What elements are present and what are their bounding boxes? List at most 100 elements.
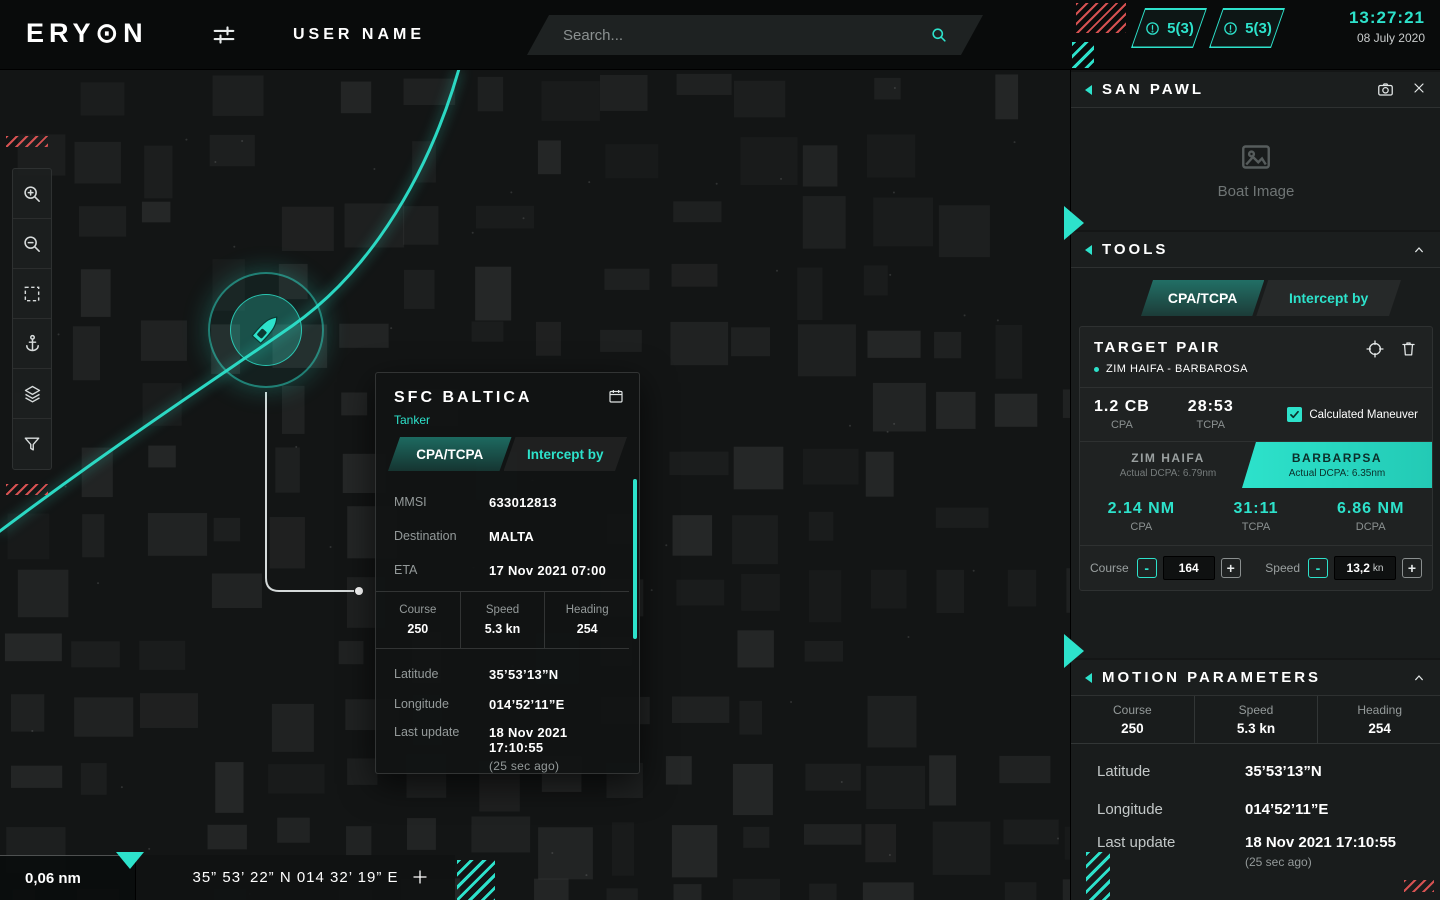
chevron-up-icon[interactable]	[1411, 670, 1427, 686]
filter-button[interactable]	[13, 419, 51, 469]
speed-label: Speed	[486, 604, 519, 616]
popup-fields: MMSI 633012813 Destination MALTA ETA 17 …	[394, 485, 613, 587]
anchor-tool-button[interactable]	[13, 319, 51, 369]
heading-cell: Heading 254	[544, 592, 629, 648]
destination-row: Destination MALTA	[394, 519, 613, 553]
last-update-row: Last update 18 Nov 2021 17:10:55 (25 sec…	[394, 719, 613, 767]
search-bar	[527, 15, 983, 55]
scale-pointer-icon	[116, 852, 144, 869]
zoom-out-button[interactable]	[13, 219, 51, 269]
search-input[interactable]	[563, 15, 923, 55]
date-display: 08 July 2020	[1349, 31, 1425, 45]
result-stats-row: 2.14 NM CPA 31:11 TCPA 6.86 NM DCPA	[1080, 488, 1432, 546]
motion-last-update-label: Last update	[1097, 834, 1245, 851]
alert-icon	[1144, 20, 1161, 37]
vessel-tab-zim-haifa[interactable]: ZIM HAIFA Actual DCPA: 6.79nm	[1080, 442, 1256, 488]
result-tcpa: 31:11 TCPA	[1199, 500, 1314, 533]
popup-motion-table: Course 250 Speed 5.3 kn Heading 254	[376, 591, 629, 649]
map-toolbar	[12, 168, 52, 470]
locate-target-icon[interactable]	[1365, 339, 1385, 359]
popup-tab-cpa-tcpa[interactable]: CPA/TCPA	[388, 437, 512, 471]
hazard-stripes-header	[1076, 3, 1126, 33]
target-pair-header: TARGET PAIR ZIM HAIFA - BARBAROSA	[1080, 327, 1432, 388]
last-update-label: Last update	[394, 725, 489, 739]
alert-badge-1[interactable]: 5(3)	[1131, 8, 1207, 48]
heading-label: Heading	[566, 604, 609, 616]
result-dcpa: 6.86 NM DCPA	[1313, 500, 1428, 533]
result-dcpa-value: 6.86 NM	[1337, 500, 1404, 518]
motion-last-update-time: 18 Nov 2021 17:10:55	[1245, 834, 1396, 851]
pair-text: ZIM HAIFA - BARBAROSA	[1106, 363, 1248, 375]
eta-value: 17 Nov 2021 07:00	[489, 563, 606, 578]
camera-icon[interactable]	[1376, 80, 1395, 99]
select-area-button[interactable]	[13, 269, 51, 319]
menu-icon[interactable]	[210, 21, 240, 49]
crosshair-plus-icon[interactable]	[411, 868, 429, 886]
search-icon[interactable]	[929, 25, 949, 45]
panel-notch-top-icon	[1064, 206, 1084, 240]
alert-badge-2[interactable]: 5(3)	[1209, 8, 1285, 48]
motion-course-value: 250	[1121, 721, 1144, 736]
layers-button[interactable]	[13, 369, 51, 419]
time-display: 13:27:21	[1349, 8, 1425, 28]
result-tcpa-label: TCPA	[1242, 521, 1271, 533]
motion-heading-cell: Heading 254	[1317, 696, 1440, 743]
speed-value: 5.3 kn	[485, 622, 520, 636]
map-scale: 0,06 nm	[0, 855, 135, 900]
section-marker-icon	[1085, 673, 1092, 683]
alert-count-1: 5(3)	[1167, 20, 1194, 37]
course-minus-button[interactable]: -	[1137, 558, 1157, 578]
speed-number: 13,2	[1347, 561, 1370, 575]
heading-value: 254	[577, 622, 598, 636]
calendar-icon[interactable]	[607, 387, 625, 405]
result-cpa-label: CPA	[1130, 521, 1152, 533]
speed-stepper-value[interactable]: 13,2 kn	[1334, 556, 1396, 580]
result-cpa: 2.14 NM CPA	[1084, 500, 1199, 533]
vessel-tab-barbarosa[interactable]: BARBARPSA Actual DCPA: 6.35nm	[1242, 442, 1432, 488]
speed-plus-button[interactable]: +	[1402, 558, 1422, 578]
motion-latitude-value: 35’53’13”N	[1245, 763, 1322, 780]
tcpa-label: TCPA	[1188, 419, 1234, 431]
vessel-popup: SFC BALTICA Tanker CPA/TCPA Intercept by…	[375, 372, 640, 774]
result-dcpa-label: DCPA	[1356, 521, 1386, 533]
user-name: USER NAME	[293, 26, 425, 44]
motion-parameters-header[interactable]: MOTION PARAMETERS	[1071, 660, 1440, 696]
tools-tab-cpa-tcpa[interactable]: CPA/TCPA	[1141, 280, 1264, 316]
eta-label: ETA	[394, 563, 489, 577]
chevron-up-icon[interactable]	[1411, 242, 1427, 258]
vessel-select-tabs: ZIM HAIFA Actual DCPA: 6.79nm BARBARPSA …	[1080, 442, 1432, 488]
tools-title: TOOLS	[1102, 241, 1168, 258]
motion-heading-value: 254	[1368, 721, 1391, 736]
tools-header[interactable]: TOOLS	[1071, 232, 1440, 268]
checkbox-icon[interactable]	[1287, 407, 1302, 422]
popup-tab-intercept-by[interactable]: Intercept by	[504, 437, 628, 471]
motion-speed-cell: Speed 5.3 kn	[1194, 696, 1318, 743]
popup-scrollbar[interactable]	[633, 479, 637, 639]
cpa-value: 1.2 CB	[1094, 398, 1150, 416]
motion-longitude-label: Longitude	[1097, 801, 1245, 818]
speed-minus-button[interactable]: -	[1308, 558, 1328, 578]
motion-parameters-body: Course 250 Speed 5.3 kn Heading 254 Lati…	[1071, 696, 1440, 900]
course-cell: Course 250	[376, 592, 460, 648]
zoom-in-button[interactable]	[13, 169, 51, 219]
motion-latitude-row: Latitude 35’53’13”N	[1097, 752, 1440, 790]
pair-bullet-icon	[1094, 367, 1099, 372]
result-cpa-value: 2.14 NM	[1108, 500, 1175, 518]
course-stepper-value[interactable]: 164	[1163, 556, 1215, 580]
longitude-row: Longitude 014’52’11”E	[394, 689, 613, 719]
longitude-label: Longitude	[394, 697, 489, 711]
motion-speed-value: 5.3 kn	[1237, 721, 1275, 736]
motion-longitude-row: Longitude 014’52’11”E	[1097, 790, 1440, 828]
motion-course-label: Course	[1113, 703, 1152, 717]
tools-tab-intercept-by[interactable]: Intercept by	[1256, 280, 1401, 316]
tools-body: CPA/TCPA Intercept by TARGET PAIR ZIM HA…	[1071, 268, 1440, 658]
trash-icon[interactable]	[1399, 339, 1418, 358]
course-plus-button[interactable]: +	[1221, 558, 1241, 578]
speed-stepper-label: Speed	[1265, 561, 1300, 575]
last-update-time: 18 Nov 2021 17:10:55	[489, 725, 567, 755]
coordinates-text: 35” 53’ 22” N 014 32’ 19” E	[193, 869, 399, 886]
vessel-panel-header: SAN PAWL	[1071, 72, 1440, 108]
calculated-maneuver-checkbox[interactable]: Calculated Maneuver	[1287, 407, 1418, 422]
close-icon[interactable]	[1411, 80, 1427, 99]
motion-rows: Latitude 35’53’13”N Longitude 014’52’11”…	[1071, 744, 1440, 880]
